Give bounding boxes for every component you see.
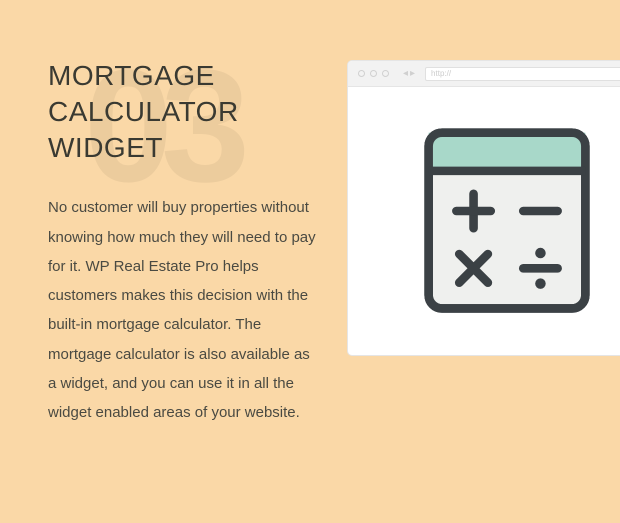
window-dot [358,70,365,77]
calculator-icon [421,125,593,316]
feature-text-block: 03 MORTGAGE CALCULATOR WIDGET No custome… [48,58,318,427]
url-bar: http:// [425,67,620,81]
browser-chrome: ◂▸ http:// [348,61,620,87]
browser-viewport [348,87,620,355]
nav-arrows-icon: ◂▸ [403,68,417,79]
window-dot [370,70,377,77]
window-controls [358,70,389,77]
browser-mockup: ◂▸ http:// [347,60,620,356]
window-dot [382,70,389,77]
feature-description: No customer will buy properties without … [48,193,318,427]
feature-heading: MORTGAGE CALCULATOR WIDGET [48,58,318,165]
